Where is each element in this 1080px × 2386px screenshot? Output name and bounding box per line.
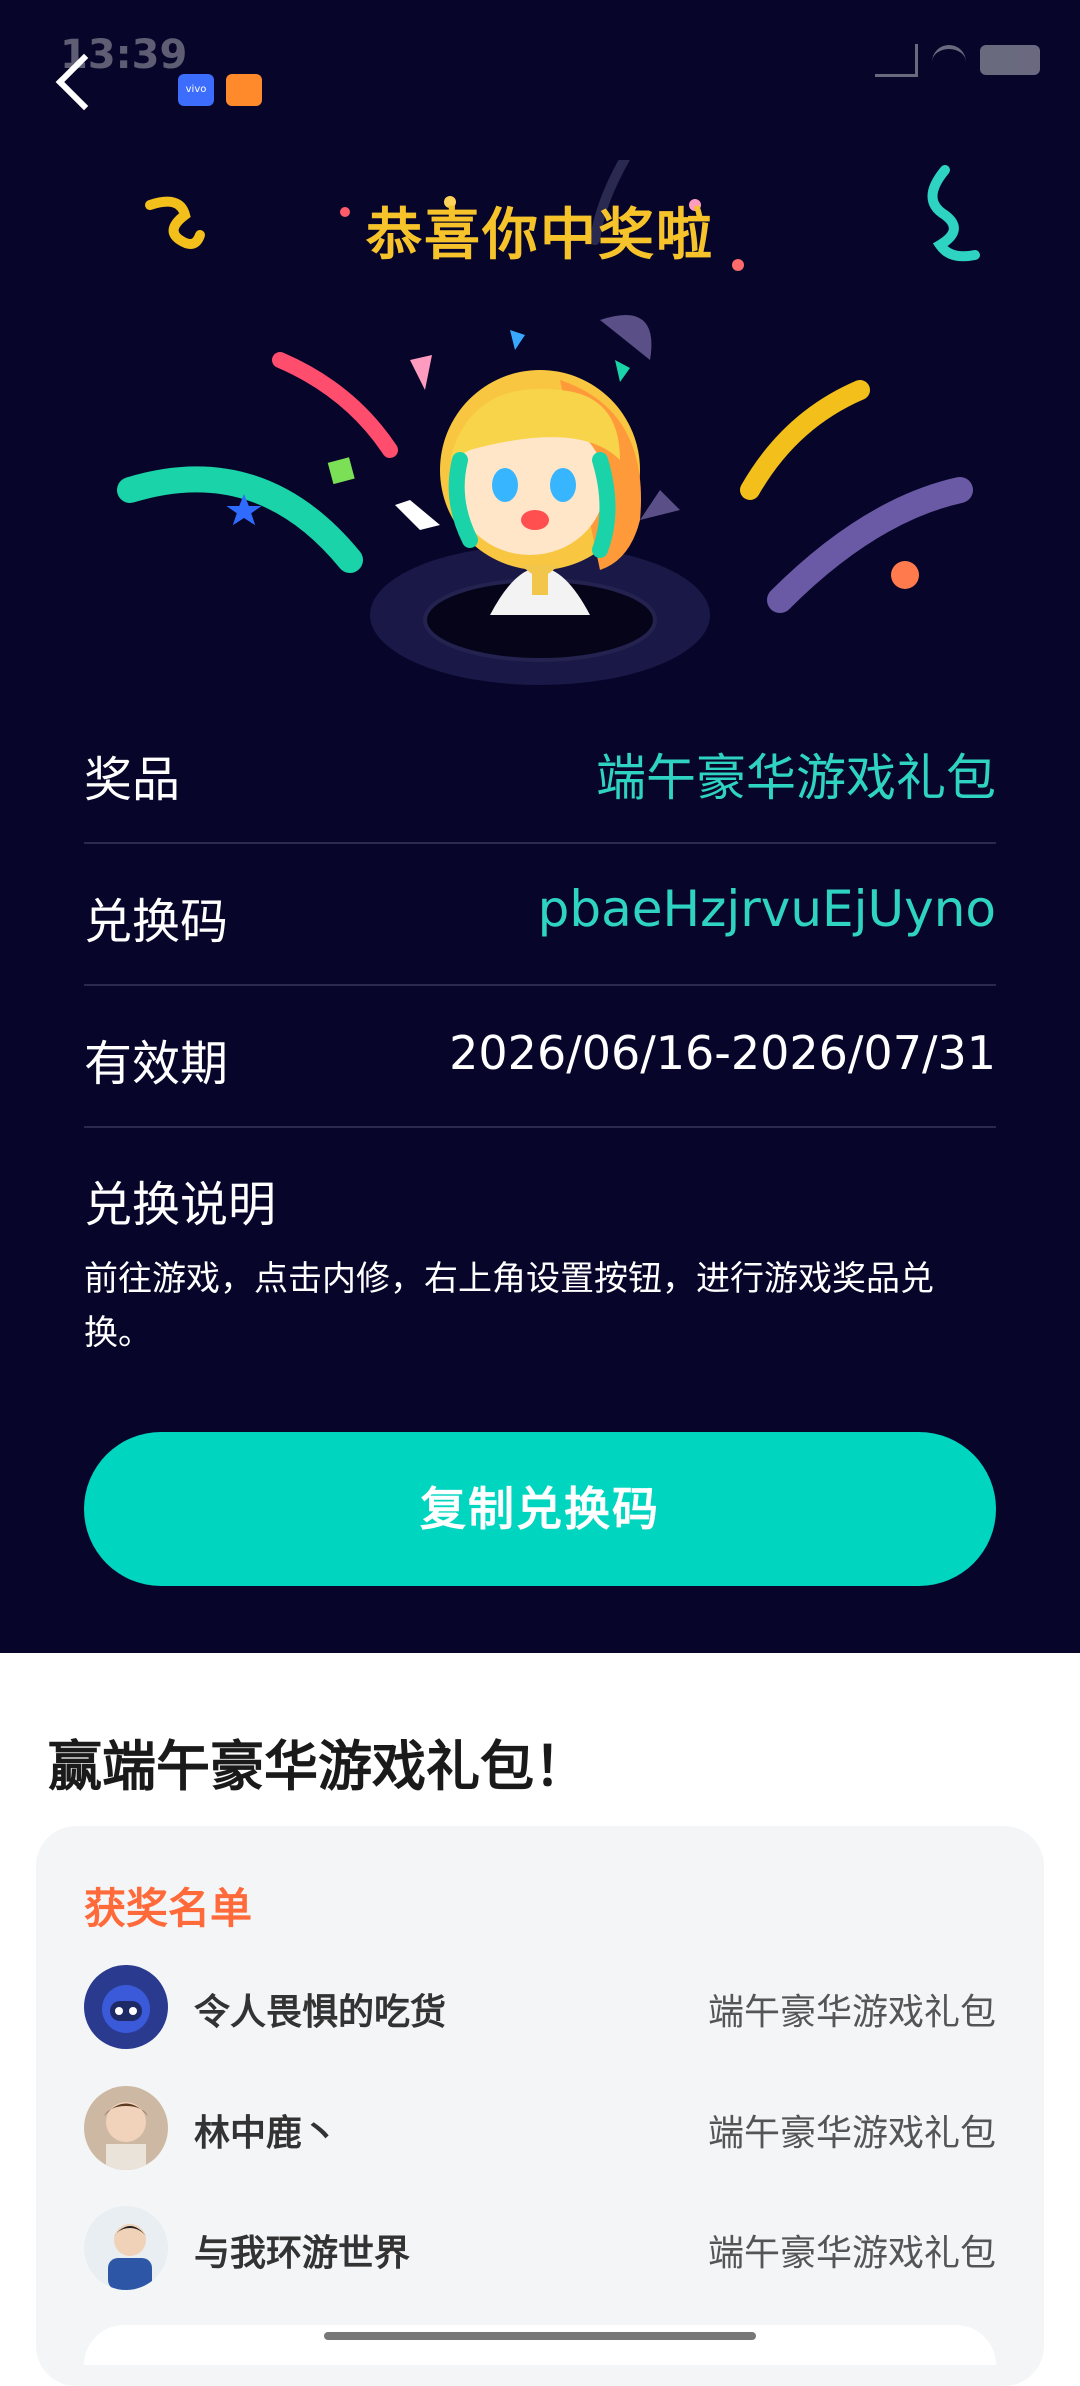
orange-dot (891, 561, 919, 589)
purple-streamer (767, 477, 973, 613)
promo-title: 赢端午豪华游戏礼包！ (48, 1735, 588, 1798)
green-confetti-2 (615, 360, 630, 382)
status-bar: 13:39 vivo (0, 30, 1080, 106)
validity-value: 2026/06/16-2026/07/31 (449, 1026, 996, 1080)
winner-name: 与我环游世界 (194, 2233, 411, 2274)
avatar (84, 2086, 168, 2170)
signal-icon (875, 43, 918, 77)
prize-panel: 13:39 vivo 恭喜你中奖啦 奖品 端午豪华游戏礼包 兑换码 pbaeHz… (0, 0, 1080, 1653)
pink-confetti (410, 355, 432, 390)
pink-streamer (272, 352, 398, 458)
winner-item: 令人畏惧的吃货 端午豪华游戏礼包 (84, 1965, 996, 2055)
winner-prize: 端午豪华游戏礼包 (707, 1992, 996, 2033)
avatar (84, 2206, 168, 2290)
instructions-title: 兑换说明 (84, 1177, 277, 1233)
home-indicator[interactable] (324, 2332, 756, 2340)
validity-label: 有效期 (84, 1036, 229, 1092)
winner-name: 令人畏惧的吃货 (194, 1992, 447, 2033)
blue-confetti (510, 330, 525, 350)
yellow-streamer (740, 380, 870, 500)
validity-row: 有效期 2026/06/16-2026/07/31 (84, 984, 996, 1128)
copy-code-button[interactable]: 复制兑换码 (84, 1432, 996, 1586)
green-confetti (327, 457, 355, 485)
bottom-sheet-edge (84, 2325, 996, 2365)
status-icons (875, 40, 1040, 80)
code-label: 兑换码 (84, 894, 229, 950)
winner-item: 与我环游世界 端午豪华游戏礼包 (84, 2206, 996, 2296)
winner-item: 林中鹿丶 端午豪华游戏礼包 (84, 2086, 996, 2176)
vivo-app-icon: vivo (178, 74, 214, 106)
wifi-icon (932, 45, 966, 75)
winner-prize: 端午豪华游戏礼包 (707, 2233, 996, 2274)
winners-list-title: 获奖名单 (84, 1884, 253, 1933)
prize-value: 端午豪华游戏礼包 (596, 749, 996, 807)
prize-row: 奖品 端午豪华游戏礼包 (84, 700, 996, 844)
winner-name: 林中鹿丶 (194, 2113, 339, 2154)
instructions-text: 前往游戏，点击内修，右上角设置按钮，进行游戏奖品兑换。 (84, 1259, 934, 1353)
congrats-title: 恭喜你中奖啦 (366, 203, 714, 268)
video-app-icon (226, 74, 262, 106)
winner-prize: 端午豪华游戏礼包 (707, 2113, 996, 2154)
avatar (84, 1965, 168, 2049)
prize-label: 奖品 (84, 752, 181, 808)
code-value[interactable]: pbaeHzjrvuEjUyno (538, 880, 996, 938)
code-row: 兑换码 pbaeHzjrvuEjUyno (84, 842, 996, 986)
battery-icon (980, 45, 1040, 75)
